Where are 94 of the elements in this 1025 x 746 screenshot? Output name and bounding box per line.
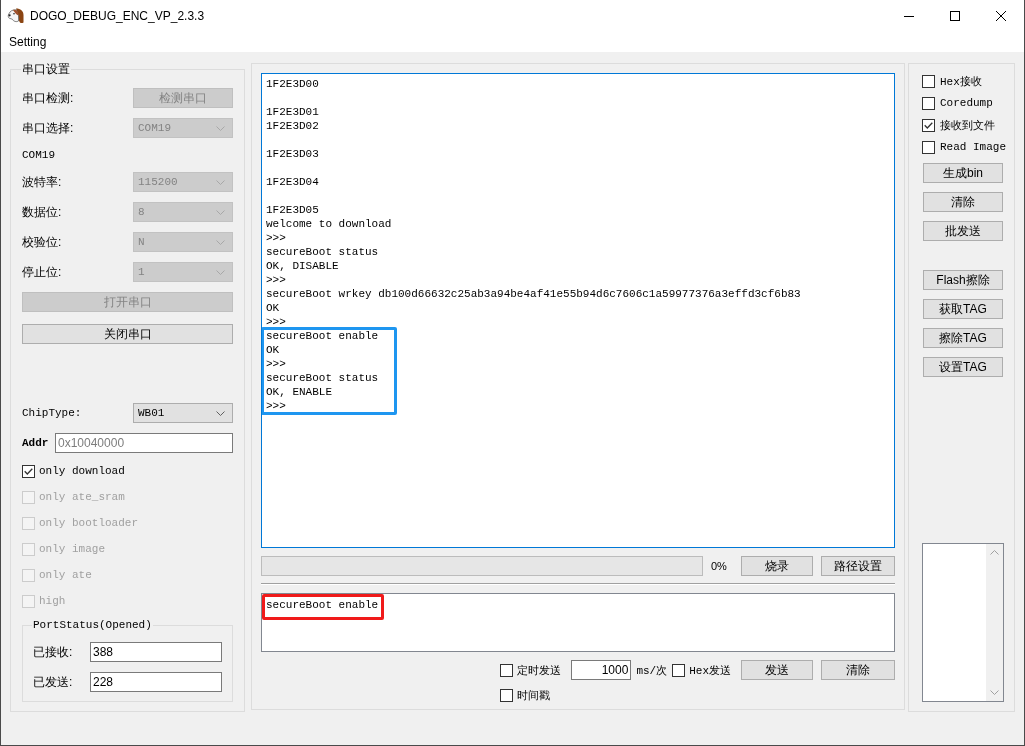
- log-line: secureBoot wrkey db100d66632c25ab3a94be4af41e55b94d6c7606c1a59977376a3effd3cf6b83: [266, 287, 801, 301]
- log-line: OK: [266, 343, 280, 357]
- log-line: >>>: [266, 273, 286, 287]
- count-input[interactable]: 388: [90, 642, 222, 662]
- checkbox-label: only ate_sram: [39, 491, 125, 503]
- address-input[interactable]: 0x10040000: [55, 433, 233, 453]
- log-line: OK, ENABLE: [266, 385, 332, 399]
- path-settings-button[interactable]: 路径设置: [821, 556, 895, 576]
- field-label: 串口选择:: [22, 119, 74, 137]
- log-line: secureBoot status: [266, 371, 379, 385]
- log-line: 1F2E3D03: [266, 147, 319, 161]
- chevron-down-icon: [216, 125, 225, 131]
- tool-button[interactable]: 擦除TAG: [923, 328, 1003, 348]
- menu-item[interactable]: Setting: [8, 35, 48, 49]
- group-title: PortStatus(Opened): [32, 618, 153, 632]
- checkbox-label: 接收到文件: [940, 118, 995, 133]
- checkbox[interactable]: [500, 663, 514, 677]
- log-line: 1F2E3D04: [266, 175, 319, 189]
- field-label: 校验位:: [22, 233, 62, 251]
- tool-button[interactable]: 获取TAG: [923, 299, 1003, 319]
- maximize-icon[interactable]: [950, 11, 960, 21]
- interval-input[interactable]: 1000: [571, 660, 632, 680]
- scroll-down-icon: [990, 690, 999, 695]
- group-title: 串口设置: [21, 62, 71, 76]
- port-name-text: COM19: [22, 148, 55, 162]
- checkbox[interactable]: [672, 663, 686, 677]
- receive-log[interactable]: [261, 73, 895, 548]
- log-line: 1F2E3D01: [266, 105, 319, 119]
- log-line: OK, DISABLE: [266, 259, 339, 273]
- checkbox-label: Hex接收: [940, 74, 982, 89]
- chevron-down-icon: [216, 410, 225, 416]
- field-label: 已接收:: [33, 643, 73, 661]
- checkbox-label: Coredump: [940, 97, 993, 109]
- dropdown[interactable]: WB01: [133, 403, 233, 423]
- minimize-icon[interactable]: [904, 15, 914, 17]
- checkbox-label: only bootloader: [39, 517, 139, 529]
- log-line: >>>: [266, 315, 286, 329]
- log-line: >>>: [266, 231, 286, 245]
- clear-button[interactable]: 清除: [821, 660, 895, 680]
- checkmark-icon: [924, 121, 933, 129]
- tool-button[interactable]: 清除: [923, 192, 1003, 212]
- checkbox-label: only download: [39, 465, 125, 477]
- checkbox-label: only image: [39, 543, 105, 555]
- log-line: welcome to download: [266, 217, 392, 231]
- checkbox[interactable]: [922, 96, 935, 110]
- checkbox-label: Read Image: [940, 141, 1006, 153]
- field-label: ChipType:: [22, 407, 82, 419]
- tool-button[interactable]: 设置TAG: [923, 357, 1003, 377]
- list-box[interactable]: [922, 543, 1004, 702]
- log-line: secureBoot enable: [266, 329, 379, 343]
- checkbox[interactable]: [922, 74, 935, 88]
- checkbox-label: 时间戳: [517, 688, 551, 703]
- scroll-up-icon: [990, 550, 999, 555]
- checkbox-label: Hex发送: [689, 663, 731, 678]
- tool-button[interactable]: 批发送: [923, 221, 1003, 241]
- field-label: 数据位:: [22, 203, 62, 221]
- flash-button[interactable]: 烧录: [741, 556, 813, 576]
- checkbox[interactable]: [500, 688, 514, 702]
- chevron-down-icon: [216, 209, 225, 215]
- log-line: secureBoot status: [266, 245, 379, 259]
- close-icon[interactable]: [996, 11, 1006, 21]
- chevron-down-icon: [216, 179, 225, 185]
- dog-head-icon: [7, 7, 25, 25]
- log-line: 1F2E3D02: [266, 119, 319, 133]
- log-line: >>>: [266, 357, 286, 371]
- checkbox-label: 定时发送: [517, 663, 562, 678]
- tool-button[interactable]: 生成bin: [923, 163, 1003, 183]
- close-port-button[interactable]: 关闭串口: [22, 324, 233, 344]
- count-input[interactable]: 228: [90, 672, 222, 692]
- checkmark-icon: [24, 467, 33, 475]
- log-line: >>>: [266, 399, 286, 413]
- checkbox[interactable]: [922, 140, 935, 154]
- progress-reading: 0%: [711, 560, 727, 572]
- checkbox[interactable]: [22, 464, 35, 478]
- log-line: 1F2E3D00: [266, 77, 319, 91]
- field-label: 串口检测:: [22, 89, 74, 107]
- scrollbar[interactable]: [986, 544, 1003, 701]
- unit-label: ms/次: [636, 663, 668, 678]
- send-button[interactable]: 发送: [741, 660, 813, 680]
- checkbox-label: only ate: [39, 569, 92, 581]
- chevron-down-icon: [216, 269, 225, 275]
- field-label: 波特率:: [22, 173, 62, 191]
- log-line: OK: [266, 301, 280, 315]
- field-label: Addr: [22, 437, 49, 449]
- field-label: 已发送:: [33, 673, 73, 691]
- chevron-down-icon: [216, 239, 225, 245]
- tool-button[interactable]: Flash擦除: [923, 270, 1003, 290]
- send-input[interactable]: secureBoot enable: [261, 593, 895, 652]
- command-text: secureBoot enable: [262, 594, 385, 620]
- checkbox[interactable]: [922, 118, 935, 132]
- field-label: 停止位:: [22, 263, 62, 281]
- window-title: DOGO_DEBUG_ENC_VP_2.3.3: [30, 9, 205, 23]
- log-line: 1F2E3D05: [266, 203, 319, 217]
- checkbox-label: high: [39, 595, 66, 607]
